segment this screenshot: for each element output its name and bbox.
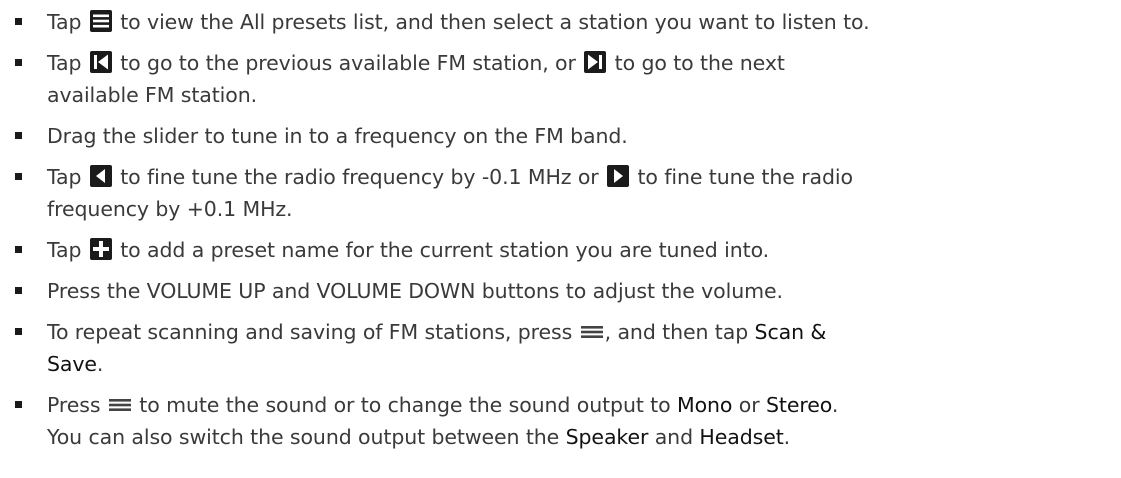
item-text: Press the VOLUME UP and VOLUME DOWN butt… (47, 279, 783, 303)
list-item: Press to mute the sound or to change the… (0, 389, 1121, 453)
list-item: Press the VOLUME UP and VOLUME DOWN butt… (0, 275, 1121, 307)
list-icon (89, 9, 113, 33)
item-text: Drag the slider to tune in to a frequenc… (47, 124, 628, 148)
bullet-marker (15, 328, 22, 335)
item-text: to mute the sound or to change the sound… (132, 393, 677, 417)
bullet-marker (15, 59, 22, 66)
ui-term: Scan & (754, 320, 827, 344)
add-preset-icon (89, 237, 113, 261)
item-text: Tap (47, 238, 88, 262)
fine-tune-up-icon (606, 164, 630, 188)
item-text: . (831, 393, 839, 417)
ui-term: Save (47, 352, 97, 376)
next-station-icon (583, 50, 607, 74)
item-text: Tap (47, 51, 88, 75)
item-text: or (732, 393, 766, 417)
list-item: To repeat scanning and saving of FM stat… (0, 316, 1121, 380)
ui-term: Stereo (765, 393, 832, 417)
item-text: , and then tap (604, 320, 755, 344)
instruction-list: Tap to view the All presets list, and th… (0, 6, 1121, 462)
item-text: to fine tune the radio (631, 165, 853, 189)
document-page: Tap to view the All presets list, and th… (0, 0, 1121, 478)
item-text: and (648, 425, 700, 449)
item-text: available FM station. (47, 83, 258, 107)
bullet-marker (15, 287, 22, 294)
ui-term: Speaker (565, 425, 649, 449)
bullet-marker (15, 401, 22, 408)
bullet-marker (15, 173, 22, 180)
list-item: Tap to go to the previous available FM s… (0, 47, 1121, 111)
bullet-marker (15, 132, 22, 139)
bullet-marker (15, 246, 22, 253)
item-text: Tap (47, 165, 88, 189)
ui-term: Mono (676, 393, 733, 417)
list-item: Tap to fine tune the radio frequency by … (0, 161, 1121, 225)
item-text: frequency by +0.1 MHz. (47, 197, 293, 221)
list-item: Tap to view the All presets list, and th… (0, 6, 1121, 38)
bullet-marker (15, 18, 22, 25)
item-text: to view the All presets list, and then s… (113, 10, 870, 34)
ui-term: Headset (699, 425, 784, 449)
item-text: . (783, 425, 791, 449)
item-text: You can also switch the sound output bet… (47, 425, 566, 449)
item-text: Press (47, 393, 107, 417)
previous-station-icon (89, 50, 113, 74)
item-text: to fine tune the radio frequency by -0.1… (113, 165, 606, 189)
menu-key-icon (108, 392, 132, 416)
fine-tune-down-icon (89, 164, 113, 188)
item-text: To repeat scanning and saving of FM stat… (47, 320, 579, 344)
list-item: Drag the slider to tune in to a frequenc… (0, 120, 1121, 152)
list-item: Tap to add a preset name for the current… (0, 234, 1121, 266)
menu-key-icon (580, 319, 604, 343)
item-text: to go to the previous available FM stati… (113, 51, 583, 75)
item-text: . (96, 352, 104, 376)
item-text: to go to the next (608, 51, 785, 75)
item-text: to add a preset name for the current sta… (113, 238, 770, 262)
item-text: Tap (47, 10, 88, 34)
